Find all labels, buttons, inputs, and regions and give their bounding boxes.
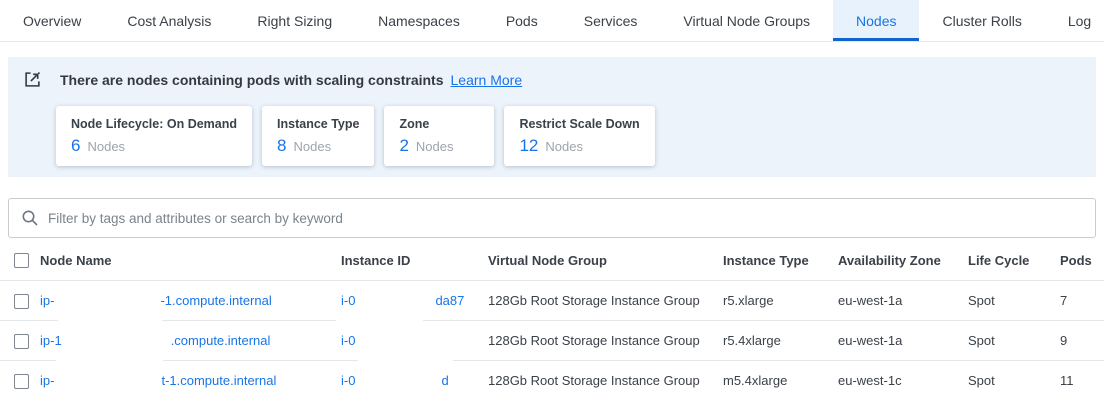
nodes-table: Node Name Instance ID Virtual Node Group… [0,240,1104,400]
col-life-cycle: Life Cycle [968,253,1060,268]
card-count: 6 [71,136,80,156]
card-unit: Nodes [293,139,331,154]
constraint-cards: Node Lifecycle: On Demand 6 Nodes Instan… [56,106,1080,166]
node-name-prefix: ip-1 [40,333,62,348]
card-instance-type[interactable]: Instance Type 8 Nodes [262,106,374,166]
life-cycle-cell: Spot [968,333,1060,348]
table-row[interactable]: ip-1 .compute.internal i-0 128Gb Root St… [0,320,1104,360]
instance-id-link[interactable]: i-0 da87 [333,293,488,308]
life-cycle-cell: Spot [968,293,1060,308]
tab-pods[interactable]: Pods [483,0,561,41]
card-count: 2 [399,136,408,156]
search-input[interactable] [48,211,1083,226]
col-instance-id: Instance ID [333,253,488,268]
col-availability-zone: Availability Zone [838,253,968,268]
card-count: 8 [277,136,286,156]
card-unit: Nodes [545,139,583,154]
instance-id-prefix: i-0 [341,293,355,308]
card-unit: Nodes [416,139,454,154]
redaction-patch [358,358,453,363]
instance-id-prefix: i-0 [341,373,355,388]
virtual-node-group-cell: 128Gb Root Storage Instance Group [488,293,723,308]
node-name-prefix: ip- [40,373,54,388]
tab-namespaces[interactable]: Namespaces [355,0,483,41]
node-name-prefix: ip- [40,293,54,308]
instance-id-suffix: d [441,373,448,388]
row-checkbox[interactable] [14,334,29,349]
pods-cell: 7 [1060,293,1104,308]
col-virtual-node-group: Virtual Node Group [488,253,723,268]
redacted-segment [355,300,435,301]
card-title: Instance Type [277,117,359,131]
card-unit: Nodes [87,139,125,154]
banner-message: There are nodes containing pods with sca… [60,72,444,88]
redacted-segment [54,300,160,301]
redacted-segment [355,380,441,381]
card-count: 12 [519,136,538,156]
instance-id-prefix: i-0 [341,333,355,348]
row-checkbox[interactable] [14,294,29,309]
life-cycle-cell: Spot [968,373,1060,388]
node-name-link[interactable]: ip-1 .compute.internal [40,333,333,348]
redacted-segment [62,340,171,341]
row-checkbox[interactable] [14,374,29,389]
instance-id-link[interactable]: i-0 d [333,373,488,388]
table-header-row: Node Name Instance ID Virtual Node Group… [0,240,1104,280]
table-row[interactable]: ip- -1.compute.internal i-0 da87 128Gb R… [0,280,1104,320]
tab-right-sizing[interactable]: Right Sizing [234,0,355,41]
col-instance-type: Instance Type [723,253,838,268]
availability-zone-cell: eu-west-1a [838,293,968,308]
instance-type-cell: m5.4xlarge [723,373,838,388]
tab-cluster-rolls[interactable]: Cluster Rolls [919,0,1044,41]
virtual-node-group-cell: 128Gb Root Storage Instance Group [488,333,723,348]
virtual-node-group-cell: 128Gb Root Storage Instance Group [488,373,723,388]
card-title: Zone [399,117,479,131]
search-icon [21,209,39,227]
node-name-link[interactable]: ip- -1.compute.internal [40,293,333,308]
select-all-checkbox[interactable] [14,253,29,268]
tab-nodes[interactable]: Nodes [833,0,919,41]
instance-id-suffix: da87 [435,293,464,308]
card-zone[interactable]: Zone 2 Nodes [384,106,494,166]
tab-overview[interactable]: Overview [0,0,104,41]
pods-cell: 9 [1060,333,1104,348]
card-title: Node Lifecycle: On Demand [71,117,237,131]
tab-log[interactable]: Log [1045,0,1104,41]
instance-id-link[interactable]: i-0 [333,333,488,348]
node-name-link[interactable]: ip- t-1.compute.internal [40,373,333,388]
pods-cell: 11 [1060,373,1104,388]
tab-services[interactable]: Services [561,0,661,41]
table-row[interactable]: ip- t-1.compute.internal i-0 d 128Gb Roo… [0,360,1104,400]
card-restrict-scale-down[interactable]: Restrict Scale Down 12 Nodes [504,106,654,166]
node-name-suffix: t-1.compute.internal [161,373,276,388]
col-node-name: Node Name [40,253,333,268]
scaling-constraints-banner: There are nodes containing pods with sca… [8,57,1096,177]
instance-type-cell: r5.xlarge [723,293,838,308]
availability-zone-cell: eu-west-1c [838,373,968,388]
tab-cost-analysis[interactable]: Cost Analysis [104,0,234,41]
tab-virtual-node-groups[interactable]: Virtual Node Groups [660,0,833,41]
tab-bar: Overview Cost Analysis Right Sizing Name… [0,0,1104,42]
col-pods: Pods [1060,253,1104,268]
redaction-patch [58,318,162,323]
availability-zone-cell: eu-west-1a [838,333,968,348]
instance-type-cell: r5.4xlarge [723,333,838,348]
node-name-suffix: -1.compute.internal [160,293,271,308]
node-name-suffix: .compute.internal [171,333,271,348]
learn-more-link[interactable]: Learn More [451,72,523,88]
scale-constraint-icon [24,71,41,88]
redaction-patch [56,358,163,363]
redacted-segment [54,380,161,381]
card-title: Restrict Scale Down [519,117,639,131]
card-node-lifecycle[interactable]: Node Lifecycle: On Demand 6 Nodes [56,106,252,166]
redaction-patch [336,318,423,323]
filter-search-box[interactable] [8,198,1096,238]
